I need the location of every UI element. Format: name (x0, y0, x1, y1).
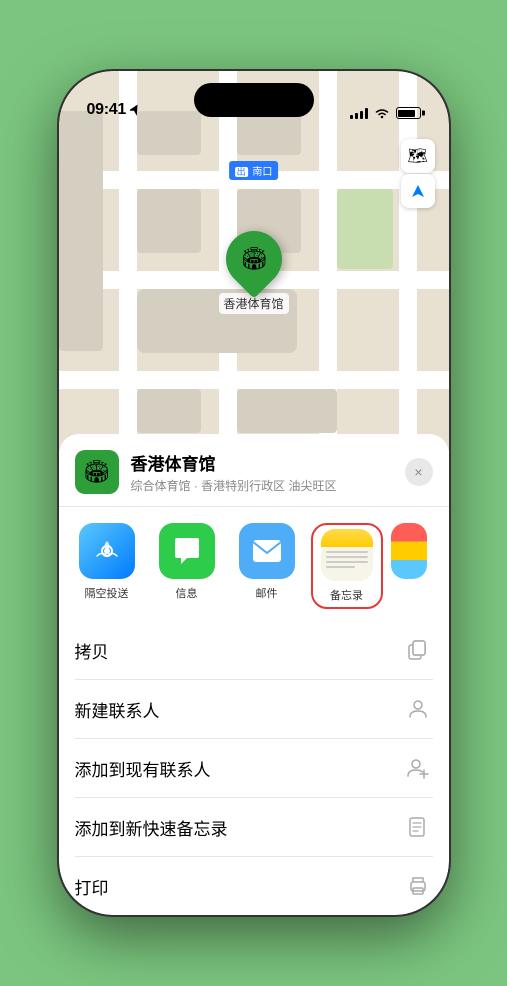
signal-bar-3 (360, 111, 363, 119)
venue-description: 综合体育馆 · 香港特别行政区 油尖旺区 (131, 477, 405, 494)
messages-icon (159, 523, 215, 579)
action-item-print[interactable]: 打印 (75, 857, 433, 915)
phone-screen: 09:41 (59, 71, 449, 915)
map-controls: 🗺 (401, 139, 435, 208)
pin-emoji: 🏟 (240, 246, 268, 272)
entrance-label-prefix: 出 (235, 167, 248, 177)
person-icon (407, 698, 429, 720)
map-pin: 🏟 香港体育馆 (218, 231, 288, 314)
action-copy-label: 拷贝 (75, 638, 109, 663)
venue-info: 香港体育馆 综合体育馆 · 香港特别行政区 油尖旺区 (131, 450, 405, 494)
notes-line (326, 561, 368, 563)
notes-line (326, 566, 355, 568)
map-layers-button[interactable]: 🗺 (401, 139, 435, 173)
share-item-airdrop[interactable]: 隔空投送 (71, 523, 143, 609)
signal-bars (350, 107, 368, 119)
phone-frame: 09:41 (59, 71, 449, 915)
action-print-label: 打印 (75, 874, 109, 899)
action-list: 拷贝 新建联系人 (59, 621, 449, 915)
venue-name: 香港体育馆 (131, 450, 405, 475)
share-item-mail[interactable]: 邮件 (231, 523, 303, 609)
note-icon (407, 816, 429, 838)
pin-circle: 🏟 (214, 219, 293, 298)
mail-symbol (251, 538, 283, 564)
venue-header: 🏟 香港体育馆 综合体育馆 · 香港特别行政区 油尖旺区 × (59, 434, 449, 507)
print-icon-wrap (403, 871, 433, 901)
map-block (237, 389, 337, 433)
map-block (137, 389, 201, 433)
notes-icon (321, 529, 373, 581)
copy-icon-wrap (403, 635, 433, 665)
share-item-notes[interactable]: 备忘录 (311, 523, 383, 609)
action-add-contact-label: 添加到现有联系人 (75, 756, 211, 781)
venue-icon: 🏟 (75, 450, 119, 494)
action-item-new-contact[interactable]: 新建联系人 (75, 680, 433, 739)
messages-symbol (171, 536, 203, 566)
wifi-icon (374, 107, 390, 119)
copy-icon (407, 639, 429, 661)
map-block (137, 189, 201, 253)
action-item-quick-note[interactable]: 添加到新快速备忘录 (75, 798, 433, 857)
map-road (59, 371, 449, 389)
mail-label: 邮件 (256, 585, 278, 601)
airdrop-symbol (92, 536, 122, 566)
action-quick-note-label: 添加到新快速备忘录 (75, 815, 228, 840)
notes-label: 备忘录 (330, 587, 363, 603)
dynamic-island (194, 83, 314, 117)
map-entrance-label: 出 南口 (229, 161, 279, 180)
messages-label: 信息 (176, 585, 198, 601)
quick-note-icon-wrap (403, 812, 433, 842)
signal-bar-4 (365, 108, 368, 119)
battery-fill (398, 110, 415, 117)
add-contact-icon-wrap (403, 753, 433, 783)
share-item-more[interactable] (391, 523, 427, 609)
notes-body (321, 547, 373, 581)
print-icon (407, 875, 429, 897)
share-row: 隔空投送 信息 (59, 507, 449, 621)
action-new-contact-label: 新建联系人 (75, 697, 160, 722)
map-block (59, 111, 103, 351)
airdrop-icon (79, 523, 135, 579)
more-icon (391, 523, 427, 579)
battery-icon (396, 107, 421, 119)
share-item-messages[interactable]: 信息 (151, 523, 223, 609)
bottom-sheet: 🏟 香港体育馆 综合体育馆 · 香港特别行政区 油尖旺区 × (59, 434, 449, 915)
signal-bar-2 (355, 113, 358, 119)
status-icons (350, 107, 421, 119)
venue-icon-emoji: 🏟 (83, 459, 111, 485)
location-arrow-icon (410, 183, 426, 199)
new-contact-icon-wrap (403, 694, 433, 724)
close-button[interactable]: × (405, 458, 433, 486)
signal-bar-1 (350, 115, 353, 119)
person-add-icon (407, 757, 429, 779)
status-time: 09:41 (87, 101, 126, 119)
airdrop-label: 隔空投送 (85, 585, 129, 601)
notes-line (326, 551, 368, 553)
notes-header (321, 529, 373, 547)
map-green-area (337, 189, 393, 269)
action-item-add-contact[interactable]: 添加到现有联系人 (75, 739, 433, 798)
action-item-copy[interactable]: 拷贝 (75, 621, 433, 680)
notes-line (326, 556, 368, 558)
mail-icon (239, 523, 295, 579)
map-location-button[interactable] (401, 174, 435, 208)
location-icon (130, 104, 140, 116)
